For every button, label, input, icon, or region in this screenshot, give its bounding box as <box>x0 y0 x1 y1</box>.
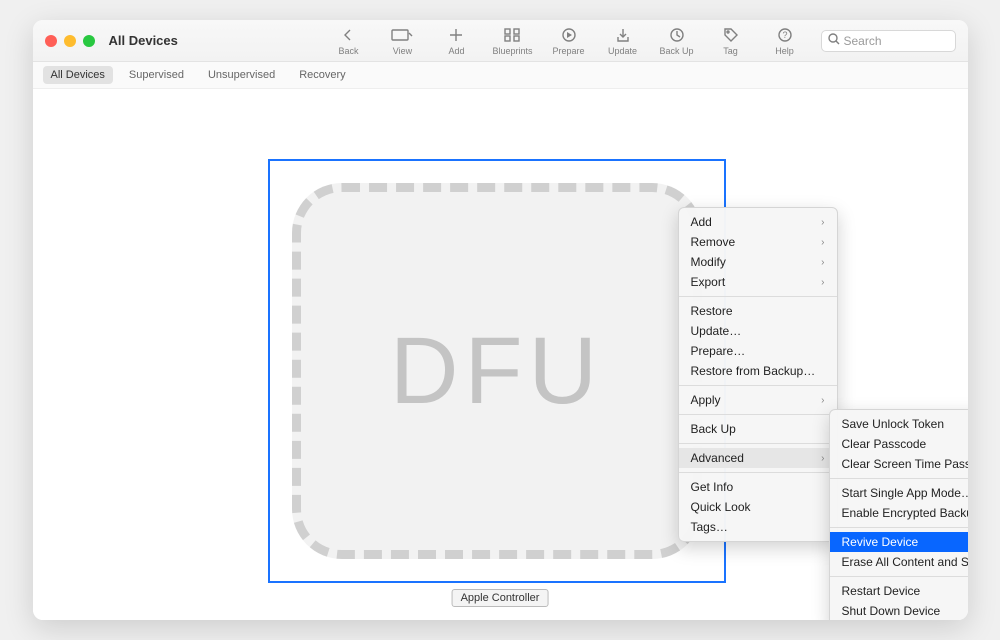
menu-tags[interactable]: Tags… <box>679 517 837 537</box>
menu-advanced[interactable]: Advanced› <box>679 448 837 468</box>
chevron-left-icon <box>342 26 354 44</box>
blueprints-button[interactable]: Blueprints <box>492 26 532 56</box>
update-button[interactable]: Update <box>605 26 641 56</box>
titlebar: All Devices Back View Add Blueprints Pre… <box>33 20 968 62</box>
menu-add[interactable]: Add› <box>679 212 837 232</box>
menu-update[interactable]: Update… <box>679 321 837 341</box>
question-icon: ? <box>778 26 792 44</box>
context-menu: Add› Remove› Modify› Export› Restore Upd… <box>678 207 838 542</box>
filter-all-devices[interactable]: All Devices <box>43 66 113 84</box>
view-button[interactable]: View <box>384 26 420 56</box>
prepare-button[interactable]: Prepare <box>551 26 587 56</box>
separator <box>830 478 968 479</box>
filter-bar: All Devices Supervised Unsupervised Reco… <box>33 62 968 89</box>
separator <box>679 472 837 473</box>
submenu-start-single-app[interactable]: Start Single App Mode… <box>830 483 968 503</box>
play-icon <box>562 26 576 44</box>
separator <box>830 576 968 577</box>
filter-unsupervised[interactable]: Unsupervised <box>200 66 283 84</box>
submenu-erase-all[interactable]: Erase All Content and Settings <box>830 552 968 572</box>
chevron-right-icon: › <box>821 237 824 248</box>
menu-get-info[interactable]: Get Info <box>679 477 837 497</box>
menu-apply[interactable]: Apply› <box>679 390 837 410</box>
menu-prepare[interactable]: Prepare… <box>679 341 837 361</box>
toolbar: Back View Add Blueprints Prepare Update <box>330 26 955 56</box>
search-input[interactable]: Search <box>821 30 956 52</box>
menu-quick-look[interactable]: Quick Look <box>679 497 837 517</box>
submenu-revive-device[interactable]: Revive Device <box>830 532 968 552</box>
search-icon <box>828 33 840 48</box>
download-icon <box>616 26 630 44</box>
chevron-right-icon: › <box>821 395 824 406</box>
submenu-clear-passcode[interactable]: Clear Passcode <box>830 434 968 454</box>
tag-button[interactable]: Tag <box>713 26 749 56</box>
zoom-button[interactable] <box>83 35 95 47</box>
plus-icon <box>449 26 463 44</box>
separator <box>679 385 837 386</box>
search-placeholder: Search <box>844 34 882 48</box>
window-title: All Devices <box>109 33 178 48</box>
submenu-clear-screen-time[interactable]: Clear Screen Time Passcode <box>830 454 968 474</box>
separator <box>679 296 837 297</box>
svg-text:?: ? <box>782 30 787 40</box>
separator <box>679 414 837 415</box>
add-button[interactable]: Add <box>438 26 474 56</box>
device-tile[interactable]: DFU <box>268 159 726 583</box>
backup-button[interactable]: Back Up <box>659 26 695 56</box>
chevron-right-icon: › <box>821 257 824 268</box>
tag-icon <box>724 26 738 44</box>
separator <box>830 527 968 528</box>
separator <box>679 443 837 444</box>
submenu-restart-device[interactable]: Restart Device <box>830 581 968 601</box>
folder-icon <box>391 26 413 44</box>
menu-restore-backup[interactable]: Restore from Backup… <box>679 361 837 381</box>
menu-restore[interactable]: Restore <box>679 301 837 321</box>
menu-modify[interactable]: Modify› <box>679 252 837 272</box>
menu-backup[interactable]: Back Up <box>679 419 837 439</box>
chevron-right-icon: › <box>821 277 824 288</box>
menu-remove[interactable]: Remove› <box>679 232 837 252</box>
submenu-enable-encrypted-backups[interactable]: Enable Encrypted Backups… <box>830 503 968 523</box>
grid-icon <box>504 26 520 44</box>
advanced-submenu: Save Unlock Token Clear Passcode Clear S… <box>829 409 968 620</box>
filter-recovery[interactable]: Recovery <box>291 66 353 84</box>
help-button[interactable]: ? Help <box>767 26 803 56</box>
chevron-right-icon: › <box>821 217 824 228</box>
submenu-shutdown-device[interactable]: Shut Down Device <box>830 601 968 620</box>
device-mode-label: DFU <box>390 317 603 426</box>
back-button[interactable]: Back <box>330 26 366 56</box>
device-name-label: Apple Controller <box>452 589 549 607</box>
device-canvas: DFU Apple Controller Add› Remove› Modify… <box>33 89 968 620</box>
clock-icon <box>670 26 684 44</box>
close-button[interactable] <box>45 35 57 47</box>
apple-configurator-window: All Devices Back View Add Blueprints Pre… <box>33 20 968 620</box>
menu-export[interactable]: Export› <box>679 272 837 292</box>
filter-supervised[interactable]: Supervised <box>121 66 192 84</box>
minimize-button[interactable] <box>64 35 76 47</box>
chevron-right-icon: › <box>821 453 824 464</box>
device-placeholder: DFU <box>292 183 702 559</box>
submenu-save-unlock-token[interactable]: Save Unlock Token <box>830 414 968 434</box>
traffic-lights <box>45 35 95 47</box>
